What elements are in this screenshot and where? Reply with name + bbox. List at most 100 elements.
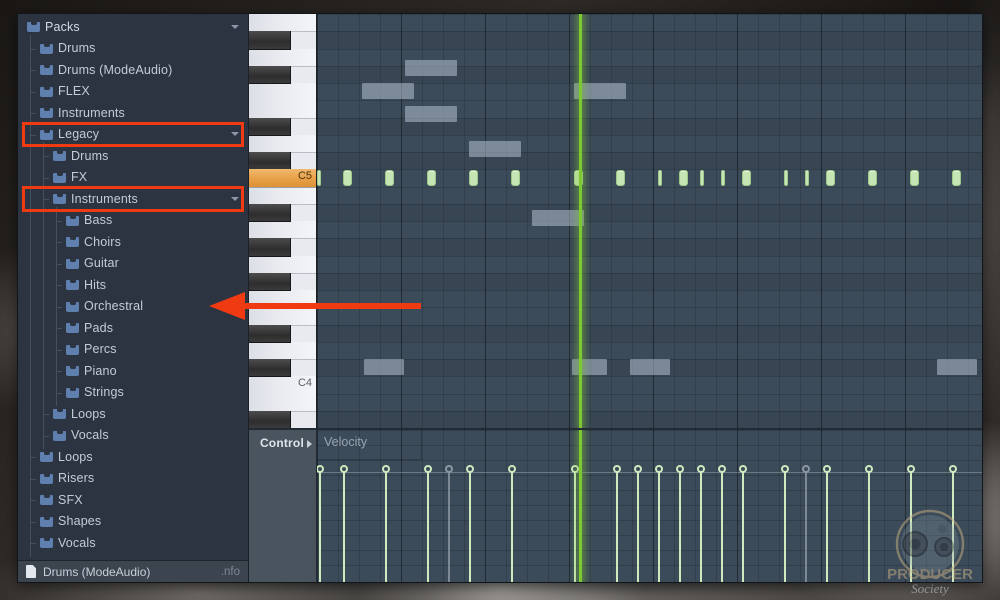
browser-item-guitar[interactable]: Guitar [18, 249, 248, 277]
browser-item-flex[interactable]: FLEX [18, 77, 248, 105]
piano-key-A4[interactable] [249, 221, 316, 240]
velocity-handle[interactable] [466, 465, 474, 473]
velocity-stem[interactable] [382, 465, 390, 582]
playhead[interactable] [579, 14, 582, 428]
velocity-handle[interactable] [949, 465, 957, 473]
velocity-handle[interactable] [571, 465, 579, 473]
note[interactable] [658, 170, 662, 186]
browser-item-drums[interactable]: Drums [18, 34, 248, 62]
velocity-stem[interactable] [865, 465, 873, 582]
browser-item-piano[interactable]: Piano [18, 357, 248, 385]
browser-item-vocals[interactable]: Vocals [18, 421, 248, 449]
browser-item-strings[interactable]: Strings [18, 378, 248, 406]
note[interactable] [343, 170, 352, 186]
piano-key-F5[interactable] [249, 83, 316, 102]
browser-item-hits[interactable]: Hits [18, 271, 248, 299]
browser-item-shapes[interactable]: Shapes [18, 507, 248, 535]
note[interactable] [317, 170, 321, 186]
piano-key-Fsharp4[interactable] [249, 272, 291, 291]
velocity-stem[interactable] [823, 465, 831, 582]
velocity-handle[interactable] [340, 465, 348, 473]
velocity-handle[interactable] [634, 465, 642, 473]
piano-key-E4[interactable] [249, 307, 316, 326]
velocity-handle[interactable] [382, 465, 390, 473]
velocity-handle[interactable] [697, 465, 705, 473]
note[interactable] [826, 170, 835, 186]
note[interactable] [721, 170, 725, 186]
browser-item-fx[interactable]: FX [18, 163, 248, 191]
browser-item-orchestral[interactable]: Orchestral [18, 292, 248, 320]
velocity-handle[interactable] [823, 465, 831, 473]
piano-key-D5[interactable] [249, 134, 316, 153]
note-grid[interactable] [317, 14, 982, 428]
browser-item-pads[interactable]: Pads [18, 314, 248, 342]
note[interactable] [952, 170, 961, 186]
note[interactable] [910, 170, 919, 186]
velocity-stem[interactable] [340, 465, 348, 582]
velocity-stem-inactive[interactable] [445, 465, 453, 582]
triangle-right-icon[interactable] [307, 440, 312, 448]
velocity-stem[interactable] [697, 465, 705, 582]
piano-key-Csharp5[interactable] [249, 152, 291, 171]
piano-key-B3[interactable] [249, 393, 316, 412]
velocity-stem[interactable] [634, 465, 642, 582]
browser-item-packs[interactable]: Packs [18, 16, 248, 38]
piano-keyboard[interactable]: C5 C4 [249, 14, 317, 428]
velocity-handle[interactable] [907, 465, 915, 473]
velocity-stem[interactable] [466, 465, 474, 582]
chevron-down-icon[interactable] [231, 196, 239, 201]
note[interactable] [469, 170, 478, 186]
browser-item-legacy[interactable]: Legacy [18, 120, 248, 148]
piano-key-Asharp4[interactable] [249, 203, 291, 222]
velocity-editor[interactable]: Velocity [317, 430, 982, 582]
note[interactable] [427, 170, 436, 186]
piano-key-Dsharp5[interactable] [249, 117, 291, 136]
piano-key-B4[interactable] [249, 186, 316, 205]
velocity-stem[interactable] [655, 465, 663, 582]
piano-key-D4[interactable] [249, 341, 316, 360]
browser-item-loops[interactable]: Loops [18, 443, 248, 471]
velocity-handle[interactable] [676, 465, 684, 473]
browser-item-risers[interactable]: Risers [18, 464, 248, 492]
velocity-handle[interactable] [802, 465, 810, 473]
velocity-stem[interactable] [317, 465, 324, 582]
piano-key-E5[interactable] [249, 100, 316, 119]
piano-key-Fsharp5[interactable] [249, 65, 291, 84]
velocity-handle[interactable] [508, 465, 516, 473]
browser-item-bass[interactable]: Bass [18, 206, 248, 234]
velocity-stem[interactable] [907, 465, 915, 582]
browser-item-sfx[interactable]: SFX [18, 486, 248, 514]
velocity-stem[interactable] [571, 465, 579, 582]
velocity-stem[interactable] [676, 465, 684, 582]
piano-key-A5[interactable] [249, 14, 316, 33]
velocity-handle[interactable] [424, 465, 432, 473]
velocity-handle[interactable] [445, 465, 453, 473]
piano-key-F4[interactable] [249, 290, 316, 309]
piano-key-Gsharp5[interactable] [249, 31, 291, 50]
control-header[interactable]: Control [249, 430, 317, 582]
velocity-handle[interactable] [739, 465, 747, 473]
note[interactable] [511, 170, 520, 186]
velocity-stem[interactable] [739, 465, 747, 582]
velocity-stem[interactable] [508, 465, 516, 582]
browser-tree[interactable]: Packs Drums Drums (ModeAudio) FLEX Instrumen… [18, 14, 248, 560]
browser-item-drums-modeaudio[interactable]: Drums (ModeAudio) [18, 56, 248, 84]
piano-key-Csharp4[interactable] [249, 359, 291, 378]
browser-item-instruments[interactable]: Instruments [18, 99, 248, 127]
velocity-stem[interactable] [718, 465, 726, 582]
chevron-down-icon[interactable] [231, 132, 239, 137]
velocity-handle[interactable] [865, 465, 873, 473]
velocity-stem-inactive[interactable] [802, 465, 810, 582]
piano-key-G5[interactable] [249, 48, 316, 67]
velocity-handle[interactable] [613, 465, 621, 473]
velocity-stem[interactable] [949, 465, 957, 582]
note[interactable] [385, 170, 394, 186]
velocity-stem[interactable] [424, 465, 432, 582]
piano-key-Gsharp4[interactable] [249, 238, 291, 257]
browser-item-drums[interactable]: Drums [18, 142, 248, 170]
browser-item-choirs[interactable]: Choirs [18, 228, 248, 256]
note[interactable] [742, 170, 751, 186]
piano-key-Dsharp4[interactable] [249, 324, 291, 343]
note[interactable] [868, 170, 877, 186]
velocity-handle[interactable] [655, 465, 663, 473]
